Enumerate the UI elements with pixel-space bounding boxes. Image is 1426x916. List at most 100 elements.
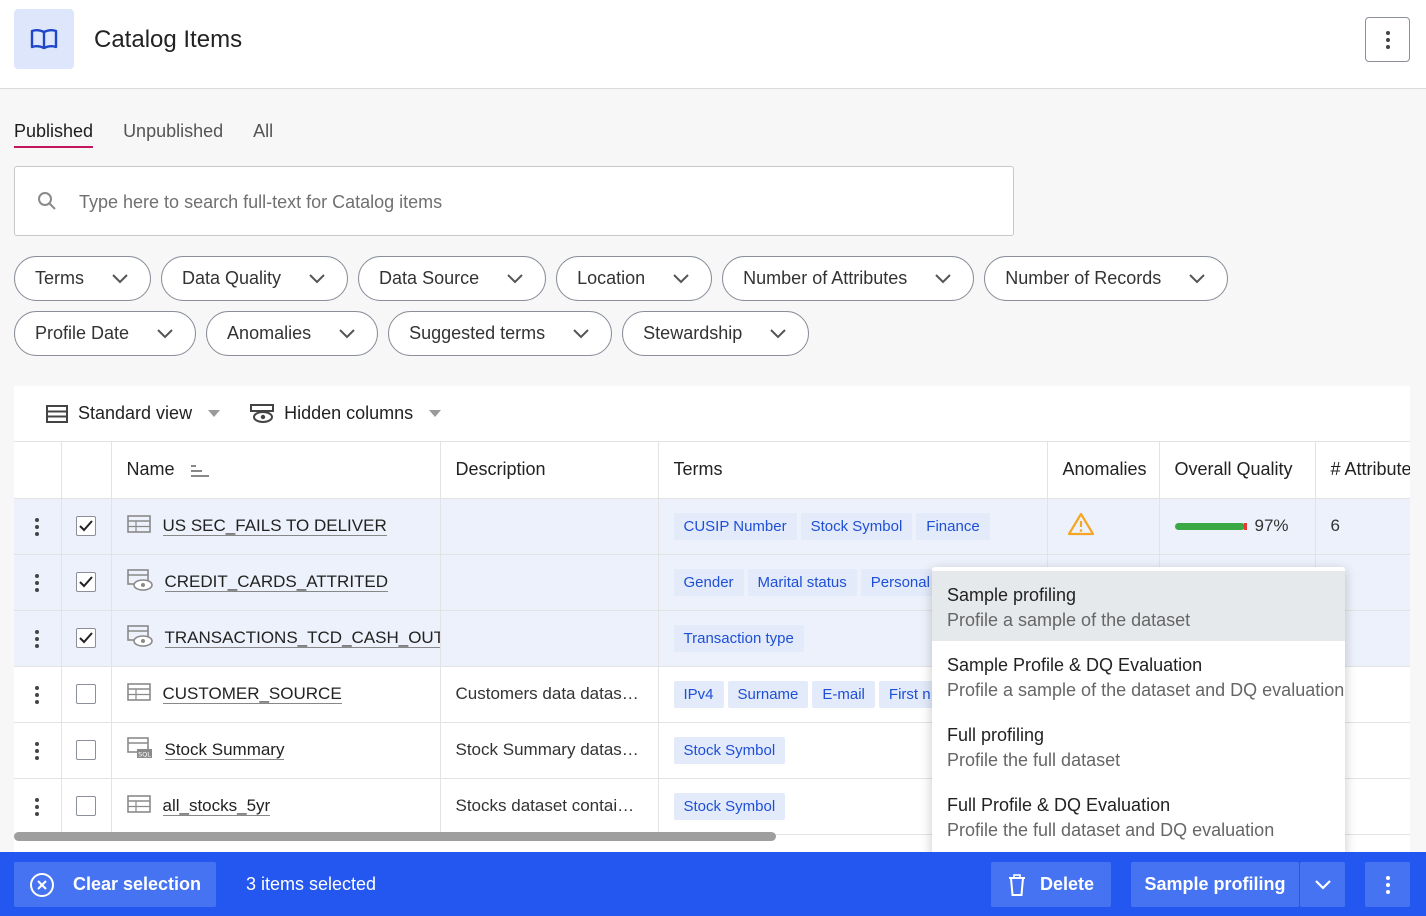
sample-profiling-button[interactable]: Sample profiling bbox=[1131, 862, 1299, 907]
filter-number-of-records[interactable]: Number of Records bbox=[984, 256, 1229, 301]
term-tag[interactable]: Stock Symbol bbox=[673, 792, 786, 820]
menu-item-sample-profiling[interactable]: Sample profiling Profile a sample of the… bbox=[932, 571, 1345, 641]
term-tag[interactable]: Marital status bbox=[747, 568, 857, 596]
menu-item-full-profiling[interactable]: Full profiling Profile the full dataset bbox=[932, 711, 1345, 781]
delete-button[interactable]: Delete bbox=[991, 862, 1111, 907]
tab-all[interactable]: All bbox=[253, 121, 273, 148]
name-cell: CREDIT_CARDS_ATTRITED bbox=[111, 554, 441, 611]
row-menu-cell[interactable] bbox=[14, 666, 62, 723]
chevron-down-icon bbox=[339, 328, 355, 338]
row-menu-cell[interactable] bbox=[14, 610, 62, 667]
description-cell bbox=[440, 554, 659, 611]
term-tag[interactable]: Transaction type bbox=[673, 624, 804, 652]
sample-profiling-label: Sample profiling bbox=[1144, 874, 1286, 894]
filter-label: Location bbox=[577, 268, 646, 288]
column-overall-quality[interactable]: Overall Quality bbox=[1159, 442, 1316, 499]
term-tag[interactable]: Stock Symbol bbox=[673, 736, 786, 764]
filter-stewardship[interactable]: Stewardship bbox=[622, 311, 810, 356]
selection-count: 3 items selected bbox=[246, 874, 377, 894]
sort-icon[interactable] bbox=[190, 464, 210, 478]
filter-label: Suggested terms bbox=[409, 323, 546, 343]
column-attributes[interactable]: # Attribute bbox=[1315, 442, 1410, 499]
quality-value: 97% bbox=[1254, 516, 1289, 535]
term-tag[interactable]: E-mail bbox=[812, 680, 875, 708]
row-check-cell bbox=[61, 778, 112, 835]
item-name-link[interactable]: US SEC_FAILS TO DELIVER bbox=[162, 516, 387, 536]
tab-unpublished[interactable]: Unpublished bbox=[123, 121, 223, 148]
profiling-dropdown-toggle[interactable] bbox=[1300, 862, 1345, 907]
view-label: Standard view bbox=[78, 403, 193, 423]
description-cell: Customers data datas… bbox=[440, 666, 659, 723]
filter-data-quality[interactable]: Data Quality bbox=[161, 256, 349, 301]
more-vertical-icon bbox=[35, 629, 40, 648]
term-tag[interactable]: IPv4 bbox=[673, 680, 724, 708]
tab-published[interactable]: Published bbox=[14, 121, 94, 148]
term-tag[interactable]: Personal bbox=[860, 568, 940, 596]
column-description[interactable]: Description bbox=[440, 442, 659, 499]
filter-number-of-attributes[interactable]: Number of Attributes bbox=[722, 256, 975, 301]
row-checkbox[interactable] bbox=[76, 796, 96, 817]
more-options-button[interactable] bbox=[1365, 17, 1410, 62]
item-name-link[interactable]: CREDIT_CARDS_ATTRITED bbox=[164, 572, 389, 592]
horizontal-scrollbar[interactable] bbox=[14, 832, 776, 841]
hidden-columns-label: Hidden columns bbox=[284, 403, 414, 423]
list-view-icon bbox=[46, 404, 68, 423]
term-tag[interactable]: Stock Symbol bbox=[800, 512, 913, 540]
row-menu-cell[interactable] bbox=[14, 778, 62, 835]
row-checkbox[interactable] bbox=[76, 628, 96, 649]
row-checkbox[interactable] bbox=[76, 572, 96, 593]
item-name-link[interactable]: Stock Summary bbox=[164, 740, 285, 760]
trash-icon bbox=[1008, 873, 1025, 896]
filter-anomalies[interactable]: Anomalies bbox=[206, 311, 379, 356]
menu-item-title: Sample profiling bbox=[947, 585, 1077, 605]
filter-terms[interactable]: Terms bbox=[14, 256, 151, 301]
view-table-icon bbox=[126, 624, 153, 652]
header-menu-cell bbox=[14, 442, 62, 499]
filter-data-source[interactable]: Data Source bbox=[358, 256, 547, 301]
item-name-link[interactable]: all_stocks_5yr bbox=[162, 796, 271, 816]
row-menu-cell[interactable] bbox=[14, 498, 62, 555]
profiling-options-menu: Sample profiling Profile a sample of the… bbox=[932, 567, 1345, 857]
more-vertical-icon bbox=[1385, 30, 1390, 49]
menu-item-sample-profile-dq[interactable]: Sample Profile & DQ Evaluation Profile a… bbox=[932, 641, 1345, 711]
view-selector[interactable]: Standard view bbox=[46, 403, 221, 424]
item-name-link[interactable]: CUSTOMER_SOURCE bbox=[162, 684, 342, 704]
filter-location[interactable]: Location bbox=[556, 256, 713, 301]
column-name[interactable]: Name bbox=[111, 442, 441, 499]
hidden-columns-selector[interactable]: Hidden columns bbox=[250, 403, 442, 424]
row-checkbox[interactable] bbox=[76, 516, 96, 537]
row-menu-cell[interactable] bbox=[14, 554, 62, 611]
column-terms[interactable]: Terms bbox=[658, 442, 1048, 499]
name-cell: TRANSACTIONS_TCD_CASH_OUT bbox=[111, 610, 441, 667]
search-input[interactable] bbox=[79, 185, 979, 219]
status-tabs: Published Unpublished All bbox=[14, 121, 273, 148]
row-checkbox[interactable] bbox=[76, 740, 96, 761]
search-icon bbox=[37, 191, 57, 216]
view-table-icon bbox=[126, 568, 153, 596]
more-actions-button[interactable] bbox=[1365, 862, 1410, 907]
clear-selection-button[interactable]: Clear selection bbox=[14, 862, 216, 907]
filter-profile-date[interactable]: Profile Date bbox=[14, 311, 197, 356]
table-row[interactable]: US SEC_FAILS TO DELIVER CUSIP Number Stoc… bbox=[14, 498, 1410, 555]
catalog-book-icon bbox=[14, 9, 74, 69]
term-tag[interactable]: CUSIP Number bbox=[673, 512, 797, 540]
column-anomalies[interactable]: Anomalies bbox=[1047, 442, 1160, 499]
svg-text:SQL: SQL bbox=[138, 750, 151, 758]
menu-item-description: Profile a sample of the dataset bbox=[947, 610, 1191, 630]
selection-action-bar: Clear selection 3 items selected Delete … bbox=[0, 852, 1426, 916]
term-tag[interactable]: Surname bbox=[727, 680, 809, 708]
row-checkbox[interactable] bbox=[76, 684, 96, 705]
chevron-down-icon bbox=[573, 328, 589, 338]
filter-label: Profile Date bbox=[35, 323, 130, 343]
filter-suggested-terms[interactable]: Suggested terms bbox=[388, 311, 613, 356]
menu-item-title: Sample Profile & DQ Evaluation bbox=[947, 655, 1203, 675]
term-tag[interactable]: Gender bbox=[673, 568, 744, 596]
more-vertical-icon bbox=[1385, 875, 1390, 894]
row-check-cell bbox=[61, 610, 112, 667]
check-icon bbox=[79, 520, 93, 532]
menu-item-full-profile-dq[interactable]: Full Profile & DQ Evaluation Profile the… bbox=[932, 781, 1345, 851]
row-menu-cell[interactable] bbox=[14, 722, 62, 779]
item-name-link[interactable]: TRANSACTIONS_TCD_CASH_OUT bbox=[164, 628, 439, 648]
chevron-down-icon bbox=[935, 273, 951, 283]
term-tag[interactable]: Finance bbox=[916, 512, 990, 540]
